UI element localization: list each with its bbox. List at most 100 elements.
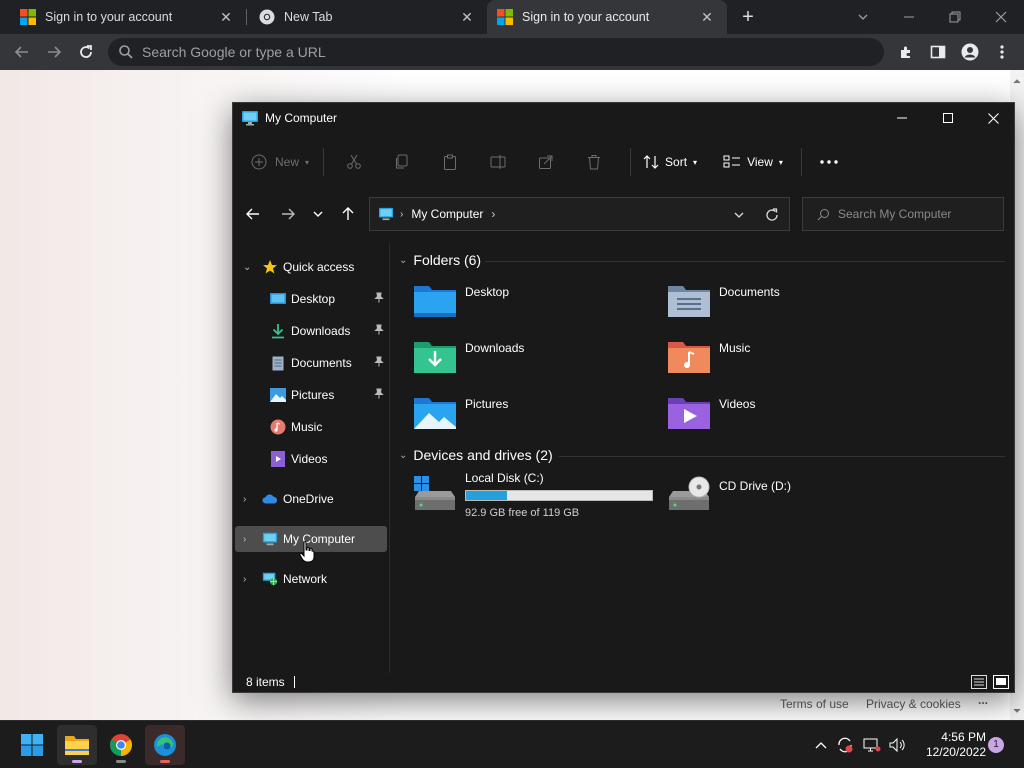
browser-tab[interactable]: New Tab ✕ xyxy=(247,0,487,34)
chevron-right-icon[interactable]: › xyxy=(243,574,246,585)
command-separator xyxy=(800,148,802,176)
folder-tile-desktop[interactable]: Desktop xyxy=(413,282,653,326)
cut-button[interactable] xyxy=(346,146,362,178)
breadcrumb-location[interactable]: My Computer xyxy=(411,207,483,221)
explorer-back-button[interactable] xyxy=(245,206,261,225)
delete-button[interactable] xyxy=(586,146,602,178)
chevron-down-icon[interactable]: ⌄ xyxy=(399,450,407,461)
sidebar-item-pictures[interactable]: Pictures xyxy=(233,382,387,408)
omnibox[interactable] xyxy=(108,38,884,66)
minimize-icon[interactable] xyxy=(886,0,932,34)
copy-button[interactable] xyxy=(394,146,410,178)
sidebar-item-quick-access[interactable]: ⌄ Quick access xyxy=(233,254,387,280)
system-clock[interactable]: 4:56 PM 12/20/2022 xyxy=(912,730,986,760)
tab-search-icon[interactable] xyxy=(840,0,886,34)
details-view-icon[interactable] xyxy=(971,675,987,689)
sync-icon[interactable] xyxy=(834,731,856,759)
drive-tile-local-disk[interactable]: Local Disk (C:) 92.9 GB free of 119 GB xyxy=(413,471,663,525)
share-button[interactable] xyxy=(538,146,554,178)
drive-tile-cd-drive[interactable]: CD Drive (D:) xyxy=(667,475,907,519)
folder-tile-music[interactable]: Music xyxy=(667,338,907,382)
close-icon[interactable] xyxy=(978,0,1024,34)
computer-icon xyxy=(379,207,393,221)
pictures-folder-icon xyxy=(414,398,456,429)
network-status-icon[interactable] xyxy=(861,731,883,759)
close-tab-icon[interactable]: ✕ xyxy=(459,9,475,26)
folder-tile-videos[interactable]: Videos xyxy=(667,394,907,438)
explorer-search-input[interactable] xyxy=(838,207,998,221)
address-dropdown-icon[interactable] xyxy=(733,210,745,220)
refresh-icon[interactable] xyxy=(765,208,779,222)
chevron-right-icon[interactable]: › xyxy=(243,494,246,505)
close-tab-icon[interactable]: ✕ xyxy=(218,9,234,26)
sidebar-item-downloads[interactable]: Downloads xyxy=(233,318,387,344)
pin-icon[interactable] xyxy=(374,324,384,338)
forward-button[interactable] xyxy=(40,38,68,66)
reload-button[interactable] xyxy=(72,38,100,66)
pin-icon[interactable] xyxy=(374,292,384,306)
pin-icon[interactable] xyxy=(374,356,384,370)
microsoft-logo-icon xyxy=(20,9,36,25)
side-panel-icon[interactable] xyxy=(926,40,950,64)
folder-tile-downloads[interactable]: Downloads xyxy=(413,338,653,382)
omnibox-input[interactable] xyxy=(142,44,842,60)
recent-locations-button[interactable] xyxy=(312,206,324,225)
chevron-down-icon[interactable]: ⌄ xyxy=(399,255,407,266)
privacy-link[interactable]: Privacy & cookies xyxy=(866,697,961,711)
menu-kebab-icon[interactable] xyxy=(990,40,1014,64)
folder-tile-documents[interactable]: Documents xyxy=(667,282,907,326)
rename-button[interactable] xyxy=(490,146,506,178)
folders-group-header[interactable]: ⌄ Folders (6) xyxy=(399,250,481,270)
restore-icon[interactable] xyxy=(932,0,978,34)
explorer-title: My Computer xyxy=(265,111,338,125)
back-button[interactable] xyxy=(8,38,36,66)
taskbar-chrome[interactable] xyxy=(101,725,141,765)
footer-more-button[interactable]: ... xyxy=(978,693,988,707)
sort-button[interactable]: Sort ▾ xyxy=(643,146,697,178)
address-bar[interactable]: › My Computer › xyxy=(369,197,790,231)
view-button[interactable]: View ▾ xyxy=(723,146,783,178)
taskbar-file-explorer[interactable] xyxy=(57,725,97,765)
sidebar-item-documents[interactable]: Documents xyxy=(233,350,387,376)
start-button[interactable] xyxy=(12,725,52,765)
videos-folder-icon xyxy=(668,398,710,429)
explorer-forward-button[interactable] xyxy=(280,206,296,225)
chevron-right-icon[interactable]: › xyxy=(243,534,246,545)
browser-tab[interactable]: Sign in to your account ✕ xyxy=(0,0,246,34)
sidebar-item-desktop[interactable]: Desktop xyxy=(233,286,387,312)
sidebar-item-network[interactable]: › Network xyxy=(233,566,387,592)
close-tab-icon[interactable]: ✕ xyxy=(699,9,715,26)
explorer-maximize-icon[interactable] xyxy=(925,103,971,133)
item-count: 8 items xyxy=(246,675,285,689)
show-hidden-icons-icon[interactable] xyxy=(810,731,832,759)
explorer-close-icon[interactable] xyxy=(970,103,1016,133)
file-explorer-window: My Computer New ▾ Sort ▾ View ▾ › My Com… xyxy=(232,102,1015,693)
paste-button[interactable] xyxy=(442,146,458,178)
terms-link[interactable]: Terms of use xyxy=(780,697,849,711)
copy-icon xyxy=(396,154,408,169)
network-icon xyxy=(262,571,278,587)
drives-group-header[interactable]: ⌄ Devices and drives (2) xyxy=(399,445,553,465)
sidebar-item-onedrive[interactable]: › OneDrive xyxy=(233,486,387,512)
extensions-icon[interactable] xyxy=(894,40,918,64)
explorer-minimize-icon[interactable] xyxy=(879,103,925,133)
computer-icon xyxy=(242,111,258,126)
notification-badge[interactable]: 1 xyxy=(988,737,1004,753)
sidebar-item-videos[interactable]: Videos xyxy=(233,446,387,472)
new-button[interactable]: New ▾ xyxy=(251,146,309,178)
explorer-search-box[interactable] xyxy=(802,197,1004,231)
folder-tile-pictures[interactable]: Pictures xyxy=(413,394,653,438)
large-icons-view-icon[interactable] xyxy=(993,675,1009,689)
volume-icon[interactable] xyxy=(886,731,908,759)
drives-group-title: Devices and drives (2) xyxy=(413,447,553,463)
sidebar-item-music[interactable]: Music xyxy=(233,414,387,440)
pin-icon[interactable] xyxy=(374,388,384,402)
more-options-button[interactable] xyxy=(820,146,838,178)
chevron-down-icon[interactable]: ⌄ xyxy=(243,262,251,273)
browser-tab-bar: Sign in to your account ✕ New Tab ✕ Sign… xyxy=(0,0,1024,34)
new-tab-button[interactable]: + xyxy=(736,5,760,29)
taskbar-edge[interactable] xyxy=(145,725,185,765)
browser-tab-active[interactable]: Sign in to your account ✕ xyxy=(487,0,727,34)
profile-icon[interactable] xyxy=(958,40,982,64)
up-button[interactable] xyxy=(340,206,356,225)
